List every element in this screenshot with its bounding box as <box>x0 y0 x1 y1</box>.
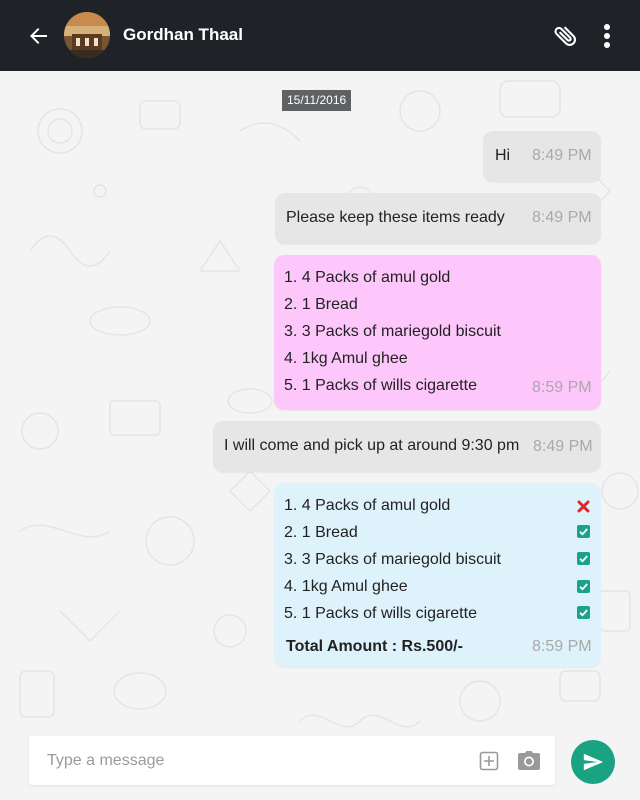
list-item: 1. 4 Packs of amul gold <box>284 269 451 286</box>
order-list-bubble[interactable]: 1. 4 Packs of amul gold 2. 1 Bread 3. 3 … <box>274 255 601 410</box>
list-item: 2. 1 Bread <box>284 296 358 313</box>
check-icon <box>577 552 590 565</box>
message-time: 8:49 PM <box>532 147 592 164</box>
avatar[interactable] <box>64 12 110 58</box>
paperclip-icon[interactable] <box>552 22 580 50</box>
contact-name[interactable]: Gordhan Thaal <box>123 25 243 45</box>
camera-icon[interactable] <box>517 750 541 772</box>
list-item: 1. 4 Packs of amul gold <box>284 497 451 514</box>
message-text: Hi <box>495 147 511 164</box>
check-icon <box>577 580 590 593</box>
date-separator: 15/11/2016 <box>282 90 352 111</box>
list-item: 5. 1 Packs of wills cigarette <box>284 377 477 394</box>
back-arrow-icon[interactable] <box>26 24 50 48</box>
message-input[interactable] <box>45 748 469 774</box>
chat-header: Gordhan Thaal <box>0 0 640 71</box>
cross-icon <box>577 500 590 513</box>
confirmation-list-bubble[interactable]: 1. 4 Packs of amul gold 2. 1 Bread 3. 3 … <box>274 483 601 667</box>
message-time: 8:59 PM <box>532 379 592 396</box>
message-bubble[interactable]: Hi 8:49 PM <box>483 131 601 182</box>
add-box-icon[interactable] <box>479 751 499 771</box>
send-button[interactable] <box>571 740 615 784</box>
message-composer <box>29 736 555 785</box>
message-text: Please keep these items ready <box>286 209 505 226</box>
message-bubble[interactable]: Please keep these items ready 8:49 PM <box>275 193 601 244</box>
message-time: 8:49 PM <box>532 209 592 226</box>
message-bubble[interactable]: I will come and pick up at around 9:30 p… <box>213 421 601 472</box>
list-item: 3. 3 Packs of mariegold biscuit <box>284 323 501 340</box>
more-vertical-icon[interactable] <box>597 22 617 50</box>
message-time: 8:49 PM <box>533 438 593 455</box>
check-icon <box>577 606 590 619</box>
message-text: I will come and pick up at around 9:30 p… <box>224 437 520 454</box>
list-item: 5. 1 Packs of wills cigarette <box>284 605 477 622</box>
send-icon <box>583 753 604 771</box>
list-item: 2. 1 Bread <box>284 524 358 541</box>
list-item: 4. 1kg Amul ghee <box>284 350 408 367</box>
check-icon <box>577 525 590 538</box>
list-item: 3. 3 Packs of mariegold biscuit <box>284 551 501 568</box>
total-amount: Total Amount : Rs.500/- <box>286 638 463 655</box>
list-item: 4. 1kg Amul ghee <box>284 578 408 595</box>
message-time: 8:59 PM <box>532 638 592 655</box>
